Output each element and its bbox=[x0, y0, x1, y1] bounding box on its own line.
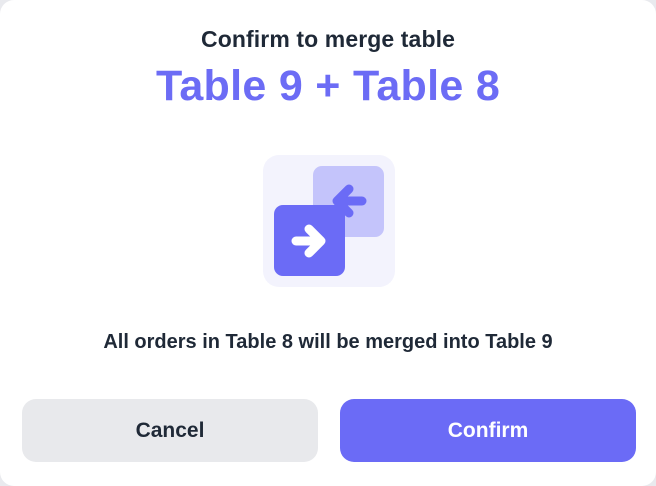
merge-table-dialog: Confirm to merge table Table 9 + Table 8… bbox=[0, 0, 656, 486]
cancel-button[interactable]: Cancel bbox=[22, 399, 318, 462]
merge-message: All orders in Table 8 will be merged int… bbox=[103, 331, 553, 353]
dialog-subtitle: Confirm to merge table bbox=[201, 26, 455, 52]
confirm-button[interactable]: Confirm bbox=[340, 399, 636, 462]
merge-tables-icon bbox=[263, 155, 395, 287]
dialog-title: Table 9 + Table 8 bbox=[155, 62, 501, 110]
